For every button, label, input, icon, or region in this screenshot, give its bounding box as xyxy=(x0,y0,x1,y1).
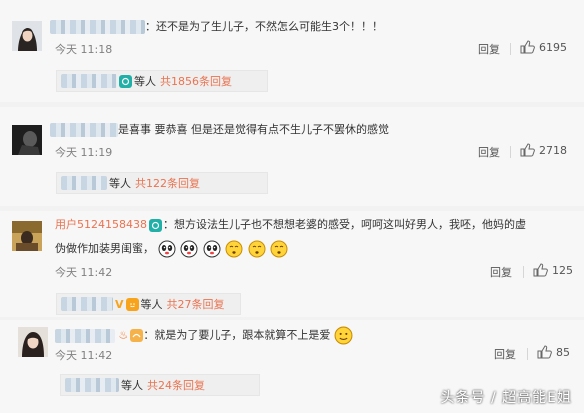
panda-emoji-icon xyxy=(158,240,175,258)
divider xyxy=(527,348,528,360)
timestamp: 今天 11:19 xyxy=(55,146,113,159)
blurred-usernames xyxy=(61,176,107,190)
like-button[interactable]: 2718 xyxy=(520,143,567,157)
vip-badge-icon xyxy=(130,329,144,342)
blurred-usernames xyxy=(61,74,117,88)
comment-text-line2: 伪做作加装男闺蜜， xyxy=(55,242,154,255)
reply-button[interactable]: 回复 xyxy=(478,144,500,160)
sub-replies[interactable]: 等人 共122条回复 xyxy=(56,172,268,194)
like-count: 2718 xyxy=(539,143,567,157)
colon: ： xyxy=(145,20,156,33)
emoji-face-icon xyxy=(248,240,265,258)
vip-badge-icon xyxy=(149,218,162,232)
emoji-row xyxy=(158,240,290,258)
panda-emoji-icon xyxy=(203,240,220,258)
sub-people: 等人 xyxy=(121,379,143,392)
sub-replies[interactable]: V 等人 共27条回复 xyxy=(56,293,241,315)
avatar[interactable] xyxy=(12,21,42,51)
avatar[interactable] xyxy=(18,327,48,357)
more-replies-link[interactable]: 共27条回复 xyxy=(167,296,225,312)
comment-item: 是喜事 要恭喜 但是还是觉得有点不生儿子不罢休的感觉 今天 11:19 回复 2… xyxy=(0,107,584,206)
like-button[interactable]: 125 xyxy=(533,263,573,277)
vip-v-icon: V xyxy=(115,297,124,311)
avatar[interactable] xyxy=(12,221,42,251)
emoji-face-icon xyxy=(225,240,243,258)
comment-line: 是喜事 要恭喜 但是还是觉得有点不生儿子不罢休的感觉 xyxy=(50,122,389,138)
like-count: 125 xyxy=(552,263,573,277)
sub-people: 等人 xyxy=(134,75,156,88)
emoji-face-icon xyxy=(334,326,353,345)
more-replies-link[interactable]: 共122条回复 xyxy=(135,175,200,191)
timestamp: 今天 11:42 xyxy=(55,266,113,279)
like-count: 6195 xyxy=(539,40,567,54)
blurred-username[interactable] xyxy=(50,123,118,137)
comment-text: 是喜事 要恭喜 但是还是觉得有点不生儿子不罢休的感觉 xyxy=(118,123,389,136)
thumbs-up-icon xyxy=(533,263,548,277)
like-count: 85 xyxy=(556,345,570,359)
more-replies-link[interactable]: 共24条回复 xyxy=(147,377,205,393)
like-button[interactable]: 6195 xyxy=(520,40,567,54)
colon: ： xyxy=(163,218,174,231)
sub-replies[interactable]: 等人 共24条回复 xyxy=(60,374,260,396)
comment-text: 还不是为了生儿子，不然怎么可能生3个！！！ xyxy=(156,20,383,33)
sub-replies[interactable]: 等人 共1856条回复 xyxy=(56,70,268,92)
divider xyxy=(510,43,511,55)
more-replies-link[interactable]: 共1856条回复 xyxy=(160,73,232,89)
comment-text: 就是为了要儿子，跟本就算不上是爱 xyxy=(154,328,331,342)
thumbs-up-icon xyxy=(520,40,535,54)
comment-item: ：还不是为了生儿子，不然怎么可能生3个！！！ 今天 11:18 回复 6195 … xyxy=(0,0,584,102)
vip-badge-icon xyxy=(119,74,132,88)
reply-button[interactable]: 回复 xyxy=(490,264,512,280)
username[interactable]: 用户5124158438 xyxy=(55,218,147,231)
divider xyxy=(523,266,524,278)
comment-item: 用户5124158438 ：想方设法生儿子也不想想老婆的感受，呵呵这叫好男人，我呸… xyxy=(0,211,584,317)
comment-line: 用户5124158438 ：想方设法生儿子也不想想老婆的感受，呵呵这叫好男人，我呸… xyxy=(55,217,526,233)
timestamp: 今天 11:18 xyxy=(55,43,113,56)
reply-button[interactable]: 回复 xyxy=(478,41,500,57)
sub-people: 等人 xyxy=(109,177,131,190)
blurred-usernames xyxy=(65,378,119,392)
emoji-face-icon xyxy=(270,240,288,258)
divider xyxy=(510,146,511,158)
comment-line: ♨ ：就是为了要儿子，跟本就算不上是爱 xyxy=(55,326,354,345)
comment-line: ：还不是为了生儿子，不然怎么可能生3个！！！ xyxy=(50,19,383,35)
watermark: 头条号 / 超高能E姐 xyxy=(440,390,572,406)
comment-text-line1: 想方设法生儿子也不想想老婆的感受，呵呵这叫好男人，我呸，他妈的虚 xyxy=(174,218,526,231)
thumbs-up-icon xyxy=(520,143,535,157)
comment-line: 伪做作加装男闺蜜， xyxy=(55,240,289,258)
blurred-username[interactable] xyxy=(50,20,145,34)
reply-button[interactable]: 回复 xyxy=(494,346,516,362)
emoji-face-icon xyxy=(125,297,139,311)
avatar[interactable] xyxy=(12,125,42,155)
sub-people: 等人 xyxy=(140,298,163,311)
blurred-username[interactable] xyxy=(55,328,115,343)
thumbs-up-icon xyxy=(537,345,552,359)
fire-icon: ♨ xyxy=(118,328,129,342)
like-button[interactable]: 85 xyxy=(537,345,570,359)
blurred-usernames xyxy=(61,297,113,311)
panda-emoji-icon xyxy=(180,240,198,258)
timestamp: 今天 11:42 xyxy=(55,349,113,362)
colon: ： xyxy=(143,328,155,342)
